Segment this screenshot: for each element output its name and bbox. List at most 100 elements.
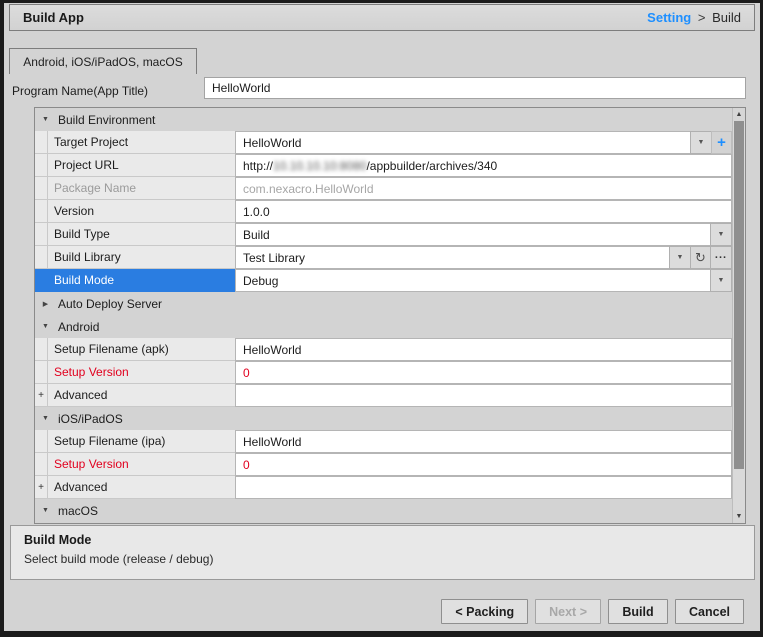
property-label-cell[interactable]: Target Project <box>35 131 235 154</box>
property-row[interactable]: Setup Version 0 <box>35 361 732 384</box>
property-label-cell[interactable]: Version <box>35 200 235 223</box>
property-label: Setup Filename (ipa) <box>48 434 165 448</box>
section-row[interactable]: ▼Android <box>35 315 732 338</box>
description-text: Select build mode (release / debug) <box>24 552 741 566</box>
row-gutter <box>35 177 48 199</box>
property-row[interactable]: Setup Filename (ipa) HelloWorld <box>35 430 732 453</box>
program-name-input[interactable] <box>204 77 746 99</box>
property-value-area: 0 <box>235 453 732 476</box>
property-value-field[interactable]: 0 <box>235 361 732 384</box>
property-row[interactable]: Build TypeBuild▼ <box>35 223 732 246</box>
property-label-cell[interactable]: Build Type <box>35 223 235 246</box>
expand-plus-icon[interactable]: + <box>35 384 48 406</box>
property-value-area: HelloWorld <box>235 430 732 453</box>
row-gutter <box>35 154 48 176</box>
section-label: Auto Deploy Server <box>51 297 162 311</box>
property-value-field[interactable]: HelloWorld <box>235 430 732 453</box>
property-value-field[interactable]: 0 <box>235 453 732 476</box>
row-gutter <box>35 453 48 475</box>
plus-icon[interactable]: + <box>711 131 732 154</box>
scroll-up-icon[interactable]: ▲ <box>733 108 745 121</box>
property-value-text: com.nexacro.HelloWorld <box>243 182 374 196</box>
refresh-icon[interactable]: ↻ <box>690 246 711 269</box>
property-row[interactable]: Project URLhttp://10.10.10.10:8080/appbu… <box>35 154 732 177</box>
property-value-text: Debug <box>243 274 278 288</box>
property-value-text: HelloWorld <box>243 435 301 449</box>
footer: < Packing Next > Build Cancel <box>441 599 744 624</box>
collapse-arrow-icon[interactable]: ▼ <box>35 415 51 422</box>
section-row[interactable]: ▼macOS <box>35 499 732 522</box>
breadcrumb-setting-link[interactable]: Setting <box>647 10 691 25</box>
next-button[interactable]: Next > <box>535 599 601 624</box>
chevron-down-icon[interactable]: ▼ <box>710 269 732 292</box>
property-label: Setup Version <box>48 457 129 471</box>
property-label: Version <box>48 204 94 218</box>
property-label-cell[interactable]: Setup Version <box>35 453 235 476</box>
property-row[interactable]: Build Mode Debug ▼ <box>35 269 732 292</box>
section-row[interactable]: ▼iOS/iPadOS <box>35 407 732 430</box>
expand-plus-icon[interactable]: + <box>35 476 48 498</box>
url-suffix: /appbuilder/archives/340 <box>366 159 497 173</box>
url-prefix: http:// <box>243 159 273 173</box>
property-value-field[interactable]: http://10.10.10.10:8080/appbuilder/archi… <box>235 154 732 177</box>
property-value-field[interactable]: com.nexacro.HelloWorld <box>235 177 732 200</box>
grid-scrollbar[interactable]: ▲ ▼ <box>732 108 745 523</box>
chevron-down-icon[interactable]: ▼ <box>669 246 691 269</box>
property-label: Package Name <box>48 181 136 195</box>
tab-android-ios-macos[interactable]: Android, iOS/iPadOS, macOS <box>9 48 197 74</box>
row-gutter <box>35 361 48 383</box>
build-button[interactable]: Build <box>608 599 668 624</box>
url-redacted-host: 10.10.10.10:8080 <box>273 159 366 173</box>
property-label: Setup Filename (apk) <box>48 342 169 356</box>
row-gutter <box>35 338 48 360</box>
section-row[interactable]: ▼Build Environment <box>35 108 732 131</box>
property-row[interactable]: +Advanced <box>35 476 732 499</box>
property-label: Build Mode <box>48 273 114 287</box>
property-value-text: 1.0.0 <box>243 205 270 219</box>
property-label-cell[interactable]: Project URL <box>35 154 235 177</box>
property-value-field[interactable]: Debug <box>235 269 711 292</box>
property-row[interactable]: Version 1.0.0 <box>35 200 732 223</box>
property-row[interactable]: Package Name com.nexacro.HelloWorld <box>35 177 732 200</box>
property-label-cell[interactable]: Setup Filename (apk) <box>35 338 235 361</box>
property-label-cell[interactable]: Build Mode <box>35 269 235 292</box>
property-value-field[interactable] <box>235 384 732 407</box>
property-label-cell[interactable]: Setup Filename (ipa) <box>35 430 235 453</box>
section-label: macOS <box>51 504 98 518</box>
property-value-field[interactable]: 1.0.0 <box>235 200 732 223</box>
row-gutter <box>35 269 48 291</box>
property-value-field[interactable]: Test Library <box>235 246 670 269</box>
packing-button[interactable]: < Packing <box>441 599 528 624</box>
property-row[interactable]: +Advanced <box>35 384 732 407</box>
property-label-cell[interactable]: +Advanced <box>35 476 235 499</box>
row-gutter <box>35 131 48 153</box>
section-row[interactable]: ▶Auto Deploy Server <box>35 292 732 315</box>
property-value-field[interactable]: Build <box>235 223 711 246</box>
property-row[interactable]: Target ProjectHelloWorld▼+ <box>35 131 732 154</box>
scroll-down-icon[interactable]: ▼ <box>733 510 745 523</box>
ellipsis-icon[interactable]: ... <box>710 246 732 269</box>
property-row[interactable]: Setup Filename (apk) HelloWorld <box>35 338 732 361</box>
property-value-text: 0 <box>243 366 250 380</box>
chevron-down-icon[interactable]: ▼ <box>690 131 712 154</box>
property-label-cell[interactable]: Package Name <box>35 177 235 200</box>
property-row[interactable]: Build LibraryTest Library▼↻... <box>35 246 732 269</box>
cancel-button[interactable]: Cancel <box>675 599 744 624</box>
scrollbar-track[interactable] <box>733 121 745 510</box>
scrollbar-thumb[interactable] <box>734 121 744 469</box>
collapse-arrow-icon[interactable]: ▼ <box>35 323 51 330</box>
breadcrumb: Setting > Build <box>647 10 741 25</box>
row-gutter <box>35 223 48 245</box>
property-value-field[interactable]: HelloWorld <box>235 131 691 154</box>
collapse-arrow-icon[interactable]: ▼ <box>35 507 51 514</box>
property-value-field[interactable]: HelloWorld <box>235 338 732 361</box>
collapse-arrow-icon[interactable]: ▼ <box>35 116 51 123</box>
property-row[interactable]: Setup Version 0 <box>35 453 732 476</box>
property-label-cell[interactable]: +Advanced <box>35 384 235 407</box>
property-value-area <box>235 476 732 499</box>
property-label-cell[interactable]: Build Library <box>35 246 235 269</box>
expand-arrow-icon[interactable]: ▶ <box>35 300 51 308</box>
property-value-field[interactable] <box>235 476 732 499</box>
property-label-cell[interactable]: Setup Version <box>35 361 235 384</box>
chevron-down-icon[interactable]: ▼ <box>710 223 732 246</box>
